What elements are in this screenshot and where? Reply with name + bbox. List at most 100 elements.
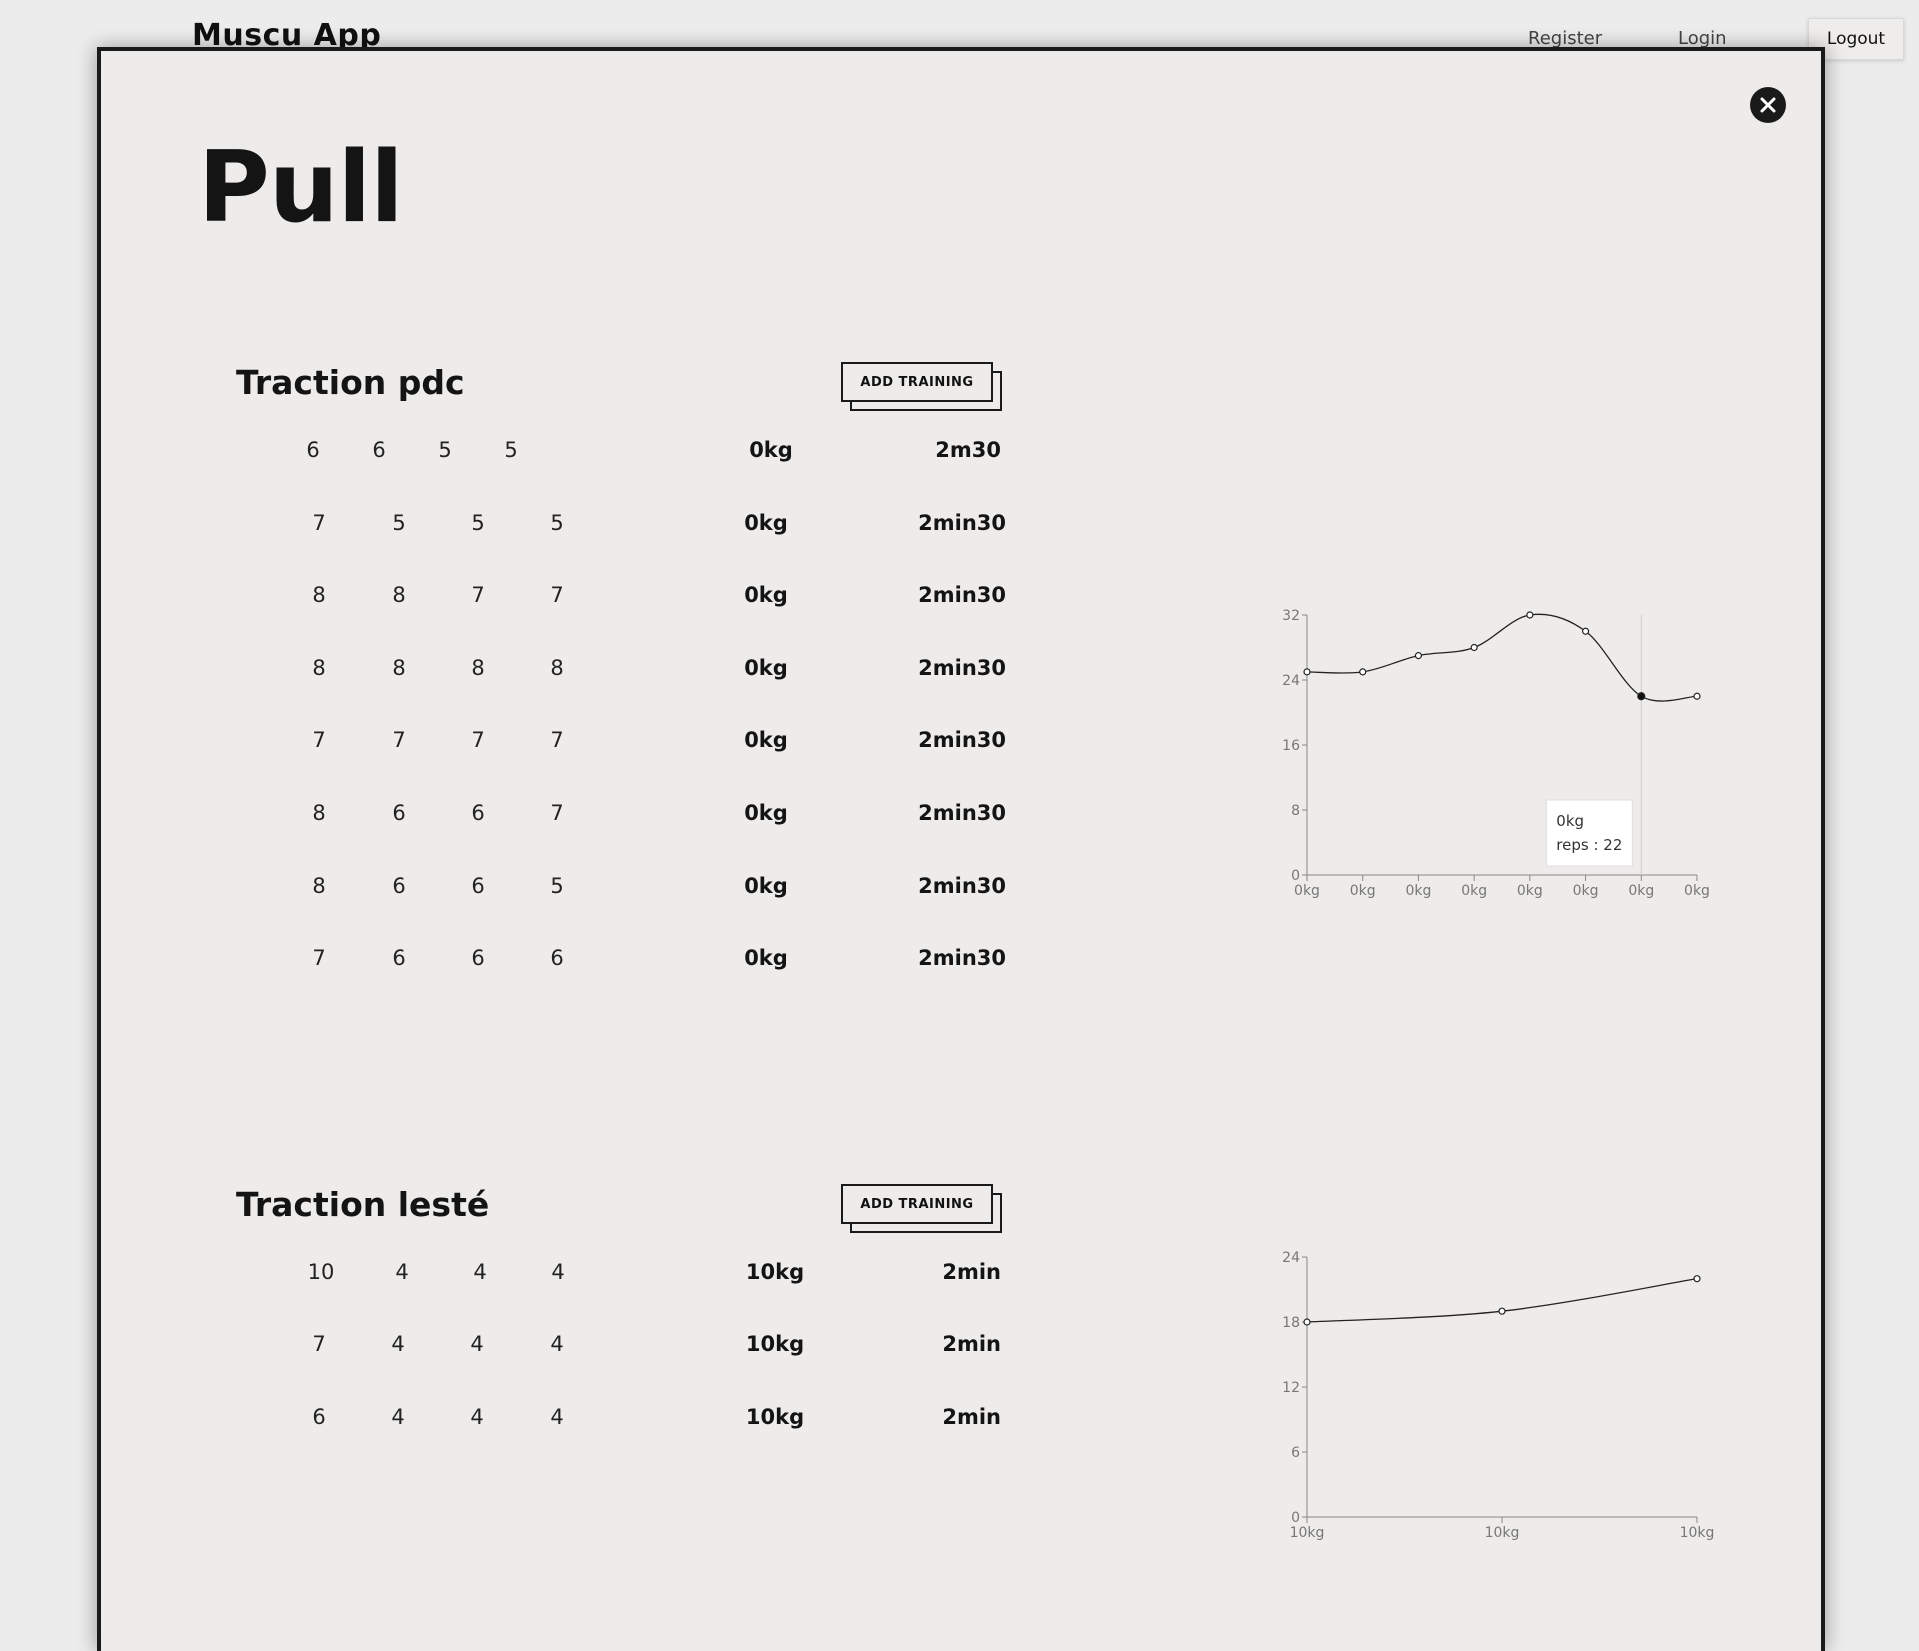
rep-value: 5 [550, 874, 564, 898]
weight-value: 0kg [744, 511, 788, 535]
rep-value: 4 [391, 1405, 405, 1429]
rest-value: 2min30 [918, 583, 1006, 607]
rep-value: 10 [307, 1260, 335, 1284]
data-point[interactable] [1359, 668, 1367, 676]
weight-value: 0kg [749, 438, 793, 462]
rep-value: 4 [550, 1332, 564, 1356]
workout-modal: Pull Traction pdc ADD TRAINING 6 6 5 5 0… [97, 47, 1825, 1651]
y-tick-label: 16 [1282, 738, 1300, 754]
weight-value: 0kg [744, 946, 788, 970]
y-tick-label: 0 [1291, 1510, 1300, 1526]
x-tick-label: 10kg [1680, 1525, 1715, 1541]
close-button[interactable] [1750, 87, 1786, 123]
rep-value: 6 [392, 946, 406, 970]
rest-value: 2min30 [918, 656, 1006, 680]
rep-value: 7 [550, 728, 564, 752]
rep-value: 5 [438, 438, 452, 462]
training-row[interactable]: 10 4 4 4 10kg 2min [101, 1260, 1001, 1300]
add-training-button[interactable]: ADD TRAINING [841, 1184, 993, 1224]
training-row[interactable]: 6 6 5 5 0kg 2m30 [101, 438, 1001, 478]
reps-line-chart-traction-leste[interactable]: 0 6 12 18 24 10kg 10kg 10kg [1251, 1191, 1821, 1571]
rep-value: 5 [471, 511, 485, 535]
rest-value: 2min30 [918, 946, 1006, 970]
weight-value: 0kg [744, 874, 788, 898]
training-row[interactable]: 7 7 7 7 0kg 2min30 [101, 728, 1006, 768]
x-tick-label: 0kg [1405, 883, 1431, 899]
rep-value: 4 [391, 1332, 405, 1356]
rep-value: 4 [470, 1332, 484, 1356]
exercise-title: Traction lesté [236, 1185, 490, 1224]
rep-value: 4 [470, 1405, 484, 1429]
data-point[interactable] [1414, 652, 1423, 660]
rep-value: 7 [312, 728, 326, 752]
page-title: Pull [198, 131, 404, 245]
rest-value: 2min30 [918, 801, 1006, 825]
training-row[interactable]: 6 4 4 4 10kg 2min [101, 1405, 1001, 1445]
data-point[interactable] [1470, 643, 1478, 652]
y-tick-label: 24 [1282, 1250, 1300, 1266]
tooltip-value: reps : 22 [1556, 836, 1622, 854]
y-tick-label: 32 [1282, 608, 1300, 624]
rest-value: 2min [942, 1260, 1001, 1284]
rep-value: 7 [550, 583, 564, 607]
weight-value: 10kg [745, 1405, 805, 1429]
rep-value: 6 [372, 438, 386, 462]
rep-value: 8 [312, 583, 326, 607]
weight-value: 0kg [744, 656, 788, 680]
data-point[interactable] [1581, 627, 1590, 635]
rep-value: 7 [312, 1332, 326, 1356]
training-row[interactable]: 8 6 6 5 0kg 2min30 [101, 874, 1006, 914]
rest-value: 2m30 [935, 438, 1001, 462]
x-tick-label: 0kg [1517, 883, 1543, 899]
weight-value: 0kg [744, 801, 788, 825]
y-tick-label: 0 [1291, 868, 1300, 884]
x-tick-label: 0kg [1628, 883, 1654, 899]
rest-value: 2min [942, 1405, 1001, 1429]
data-point[interactable] [1303, 668, 1311, 676]
rep-value: 6 [471, 801, 485, 825]
rep-value: 8 [312, 874, 326, 898]
x-tick-label: 0kg [1461, 883, 1487, 899]
y-tick-label: 6 [1291, 1445, 1300, 1461]
x-tick-label: 0kg [1350, 883, 1376, 899]
data-point[interactable] [1693, 1275, 1701, 1283]
rep-value: 5 [504, 438, 518, 462]
training-row[interactable]: 7 6 6 6 0kg 2min30 [101, 946, 1006, 986]
data-point[interactable] [1526, 611, 1534, 619]
data-point[interactable] [1303, 1318, 1311, 1326]
add-training-button[interactable]: ADD TRAINING [841, 362, 993, 402]
rest-value: 2min30 [918, 511, 1006, 535]
data-point[interactable] [1693, 692, 1701, 700]
x-tick-label: 0kg [1573, 883, 1599, 899]
rep-value: 7 [312, 511, 326, 535]
weight-value: 10kg [745, 1332, 805, 1356]
rep-value: 4 [551, 1260, 565, 1284]
training-row[interactable]: 8 6 6 7 0kg 2min30 [101, 801, 1006, 841]
rep-value: 7 [550, 801, 564, 825]
weight-value: 0kg [744, 728, 788, 752]
x-tick-label: 0kg [1294, 883, 1320, 899]
rep-value: 7 [471, 583, 485, 607]
rep-value: 7 [312, 946, 326, 970]
rep-value: 8 [392, 656, 406, 680]
rep-value: 4 [473, 1260, 487, 1284]
login-link[interactable]: Login [1678, 28, 1727, 49]
training-row[interactable]: 8 8 8 8 0kg 2min30 [101, 656, 1006, 696]
x-tick-label: 10kg [1290, 1525, 1325, 1541]
training-row[interactable]: 8 8 7 7 0kg 2min30 [101, 583, 1006, 623]
chart-tooltip: 0kg reps : 22 [1545, 799, 1633, 867]
reps-line-chart-traction-pdc[interactable]: 0 8 16 24 32 0kg 0kg 0kg 0kg 0kg 0kg 0kg 0kg 0kg reps … [1251, 551, 1821, 951]
x-tick-label: 0kg [1684, 883, 1710, 899]
data-point[interactable] [1498, 1307, 1506, 1315]
register-link[interactable]: Register [1528, 28, 1602, 49]
rep-value: 8 [312, 801, 326, 825]
y-tick-label: 24 [1282, 673, 1300, 689]
data-point[interactable] [1637, 692, 1646, 701]
close-icon [1760, 97, 1776, 113]
series-line [1306, 613, 1698, 702]
training-row[interactable]: 7 5 5 5 0kg 2min30 [101, 511, 1006, 551]
rest-value: 2min30 [918, 728, 1006, 752]
rest-value: 2min30 [918, 874, 1006, 898]
rep-value: 6 [306, 438, 320, 462]
training-row[interactable]: 7 4 4 4 10kg 2min [101, 1332, 1001, 1372]
